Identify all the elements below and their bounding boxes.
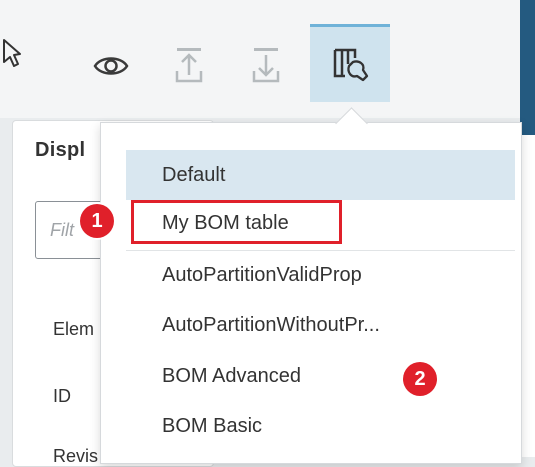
window-edge [520,0,535,135]
highlight-box [131,200,342,244]
filter-placeholder: Filt [50,220,74,240]
table-settings-icon [330,45,370,85]
panel-label-id: ID [53,386,71,406]
window-edge-lower [520,135,535,457]
step-badge-1: 1 [80,204,114,238]
dropdown-item-bom-basic[interactable]: BOM Basic [126,401,515,451]
dropdown-item-bom-advanced[interactable]: BOM Advanced [126,351,515,401]
panel-label-element: Elem [53,319,95,339]
table-settings-button[interactable] [310,24,390,102]
download-icon[interactable] [245,44,287,86]
dropdown-item-default[interactable]: Default [126,150,515,200]
upload-icon[interactable] [168,44,210,86]
eye-icon[interactable] [90,45,132,87]
panel-title: Displ [35,139,86,161]
step-badge-2: 2 [403,362,437,396]
pointer-icon [0,36,26,72]
dropdown-item-autopartitionwithoutpr[interactable]: AutoPartitionWithoutPr... [126,300,515,350]
dropdown-item-autopartitionvalidprop[interactable]: AutoPartitionValidProp [126,250,515,300]
